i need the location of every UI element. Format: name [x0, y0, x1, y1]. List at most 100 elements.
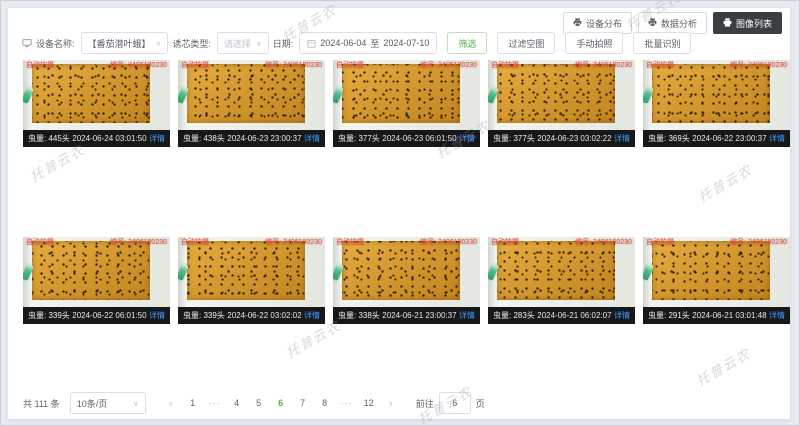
- chevron-down-icon: ∨: [133, 399, 139, 408]
- image-card[interactable]: 自动拍摄 编号: 2406180230 虫量: 291头 2024-06-21 …: [643, 237, 790, 324]
- date-end: 2024-07-10: [383, 38, 429, 48]
- filter-button[interactable]: 筛选: [447, 32, 487, 54]
- card-info-bar: 虫量: 291头 2024-06-21 03:01:48 详情: [643, 307, 790, 324]
- image-card[interactable]: 自动拍摄 编号: 2406180230 虫量: 283头 2024-06-21 …: [488, 237, 635, 324]
- batch-recognize-button[interactable]: 批量识别: [633, 32, 691, 54]
- detail-link[interactable]: 详情: [304, 310, 320, 321]
- insect-count: 虫量: 338头: [338, 310, 380, 321]
- card-info-bar: 虫量: 377头 2024-06-23 03:02:22 详情: [488, 130, 635, 147]
- page-number[interactable]: 6: [273, 394, 289, 412]
- image-card[interactable]: 自动拍摄 编号: 2406180230 虫量: 438头 2024-06-23 …: [178, 60, 325, 147]
- image-card[interactable]: 自动拍摄 编号: 2406180230 虫量: 377头 2024-06-23 …: [333, 60, 480, 147]
- lure-type-select[interactable]: 请选择 ∨: [217, 32, 269, 54]
- printer-icon: [723, 18, 732, 29]
- capture-mode-label: 自动拍摄: [181, 238, 209, 247]
- page-number[interactable]: 1: [185, 394, 201, 412]
- pagination: 共 111 条 10条/页 ∨ ‹ 1···45678···12 › 前往 页: [23, 392, 485, 414]
- insect-count: 虫量: 369头: [648, 133, 690, 144]
- device-number-label: 编号: 2406180230: [110, 61, 167, 70]
- trap-photo: 自动拍摄 编号: 2406180230: [643, 237, 790, 307]
- prev-page-button[interactable]: ‹: [163, 394, 179, 412]
- capture-time: 2024-06-21 03:01:48: [690, 311, 769, 320]
- sticky-board: [187, 64, 305, 123]
- detail-link[interactable]: 详情: [769, 310, 785, 321]
- capture-mode-label: 自动拍摄: [336, 238, 364, 247]
- card-info-bar: 虫量: 438头 2024-06-23 23:00:37 详情: [178, 130, 325, 147]
- capture-time: 2024-06-21 06:02:07: [535, 311, 614, 320]
- goto-suffix: 页: [476, 397, 485, 410]
- page-number[interactable]: 5: [251, 394, 267, 412]
- page-size-select[interactable]: 10条/页 ∨: [70, 392, 146, 414]
- detail-link[interactable]: 详情: [459, 133, 475, 144]
- date-start: 2024-06-04: [320, 38, 366, 48]
- trap-photo: 自动拍摄 编号: 2406180230: [23, 60, 170, 130]
- image-card[interactable]: 自动拍摄 编号: 2406180230 虫量: 338头 2024-06-21 …: [333, 237, 480, 324]
- capture-time: 2024-06-23 06:01:50: [380, 134, 459, 143]
- filter-empty-button[interactable]: 过滤空图: [497, 32, 555, 54]
- card-info-bar: 虫量: 339头 2024-06-22 03:02:02 详情: [178, 307, 325, 324]
- capture-mode-label: 自动拍摄: [491, 238, 519, 247]
- pagination-total: 共 111 条: [23, 397, 60, 410]
- detail-link[interactable]: 详情: [614, 310, 630, 321]
- image-card[interactable]: 自动拍摄 编号: 2406180230 虫量: 339头 2024-06-22 …: [178, 237, 325, 324]
- view-tabs: 设备分布数据分析图像列表: [563, 12, 782, 34]
- capture-time: 2024-06-23 03:02:22: [535, 134, 614, 143]
- lure-select-placeholder: 请选择: [224, 37, 251, 50]
- trap-photo: 自动拍摄 编号: 2406180230: [178, 237, 325, 307]
- date-range-input[interactable]: 2024-06-04 至 2024-07-10: [299, 32, 437, 54]
- page-number[interactable]: 12: [361, 394, 377, 412]
- image-card[interactable]: 自动拍摄 编号: 2406180230 虫量: 377头 2024-06-23 …: [488, 60, 635, 147]
- insect-count: 虫量: 377头: [338, 133, 380, 144]
- next-page-button[interactable]: ›: [383, 394, 399, 412]
- image-card[interactable]: 自动拍摄 编号: 2406180230 虫量: 339头 2024-06-22 …: [23, 237, 170, 324]
- capture-mode-label: 自动拍摄: [181, 61, 209, 70]
- device-icon: [22, 38, 32, 48]
- chevron-down-icon: ∨: [256, 39, 262, 46]
- card-info-bar: 虫量: 338头 2024-06-21 23:00:37 详情: [333, 307, 480, 324]
- trap-photo: 自动拍摄 编号: 2406180230: [23, 237, 170, 307]
- device-number-label: 编号: 2406180230: [265, 238, 322, 247]
- tab-data-analysis[interactable]: 数据分析: [638, 12, 707, 34]
- detail-link[interactable]: 详情: [149, 310, 165, 321]
- image-card[interactable]: 自动拍摄 编号: 2406180230 虫量: 445头 2024-06-24 …: [23, 60, 170, 147]
- card-info-bar: 虫量: 369头 2024-06-22 23:00:37 详情: [643, 130, 790, 147]
- trap-photo: 自动拍摄 编号: 2406180230: [488, 237, 635, 307]
- capture-mode-label: 自动拍摄: [26, 238, 54, 247]
- card-info-bar: 虫量: 377头 2024-06-23 06:01:50 详情: [333, 130, 480, 147]
- device-name-label: 设备名称:: [36, 37, 75, 50]
- insect-count: 虫量: 283头: [493, 310, 535, 321]
- tab-image-list[interactable]: 图像列表: [713, 12, 782, 34]
- page: 设备分布数据分析图像列表 设备名称: 【番茄潜叶蛾】 ∨ 诱芯类型: 请选择 ∨…: [0, 0, 800, 426]
- insect-count: 虫量: 377头: [493, 133, 535, 144]
- page-numbers: 1···45678···12: [182, 394, 380, 412]
- capture-time: 2024-06-23 23:00:37: [225, 134, 304, 143]
- trap-photo: 自动拍摄 编号: 2406180230: [333, 60, 480, 130]
- manual-photo-button[interactable]: 手动拍照: [565, 32, 623, 54]
- insect-count: 虫量: 339头: [183, 310, 225, 321]
- image-card[interactable]: 自动拍摄 编号: 2406180230 虫量: 369头 2024-06-22 …: [643, 60, 790, 147]
- detail-link[interactable]: 详情: [304, 133, 320, 144]
- card-row-2: 自动拍摄 编号: 2406180230 虫量: 339头 2024-06-22 …: [23, 237, 790, 324]
- card-row-1: 自动拍摄 编号: 2406180230 虫量: 445头 2024-06-24 …: [23, 60, 790, 147]
- chevron-down-icon: ∨: [156, 39, 162, 46]
- detail-link[interactable]: 详情: [459, 310, 475, 321]
- page-number[interactable]: 4: [229, 394, 245, 412]
- card-info-bar: 虫量: 339头 2024-06-22 06:01:50 详情: [23, 307, 170, 324]
- trap-photo: 自动拍摄 编号: 2406180230: [178, 60, 325, 130]
- device-number-label: 编号: 2406180230: [265, 61, 322, 70]
- lure-type-label: 诱芯类型:: [172, 37, 211, 50]
- page-number[interactable]: 7: [295, 394, 311, 412]
- tab-device-distribution[interactable]: 设备分布: [563, 12, 632, 34]
- device-number-label: 编号: 2406180230: [420, 61, 477, 70]
- detail-link[interactable]: 详情: [614, 133, 630, 144]
- page-number[interactable]: 8: [317, 394, 333, 412]
- device-select[interactable]: 【番茄潜叶蛾】 ∨: [81, 32, 169, 54]
- device-number-label: 编号: 2406180230: [730, 238, 787, 247]
- device-select-value: 【番茄潜叶蛾】: [88, 37, 151, 50]
- detail-link[interactable]: 详情: [149, 133, 165, 144]
- goto-prefix: 前往: [416, 397, 434, 410]
- sticky-board: [497, 64, 615, 123]
- detail-link[interactable]: 详情: [769, 133, 785, 144]
- goto-page-input[interactable]: [439, 392, 471, 414]
- sticky-board: [342, 64, 460, 123]
